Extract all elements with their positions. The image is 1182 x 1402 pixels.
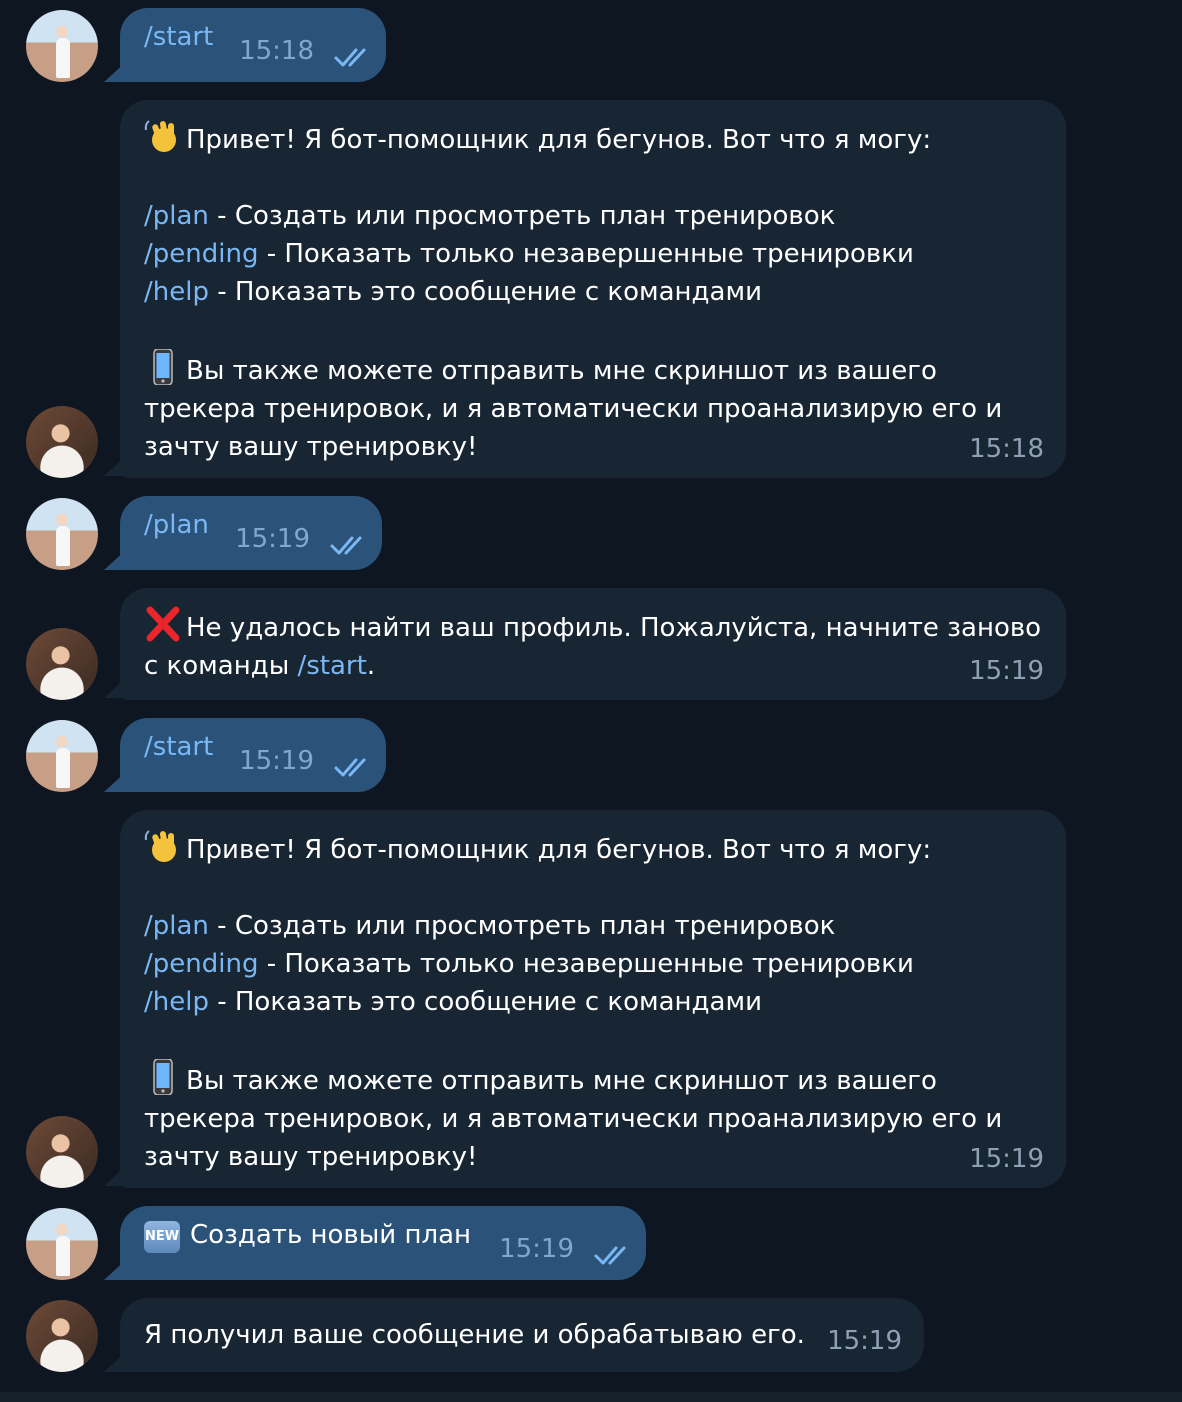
error-text: Не удалось найти ваш профиль. Пожалуйста…: [186, 613, 1042, 643]
message-text: Создать новый план: [190, 1220, 471, 1250]
mobile-phone-icon: [144, 348, 182, 386]
cross-mark-icon: [144, 606, 182, 642]
command-link[interactable]: /plan: [144, 911, 209, 941]
command-desc: - Показать только незавершенные трениров…: [258, 239, 914, 269]
message-text: Я получил ваше сообщение и обрабатываю е…: [144, 1320, 805, 1350]
error-text: с команды: [144, 651, 298, 681]
new-badge-icon: NEW: [144, 1221, 180, 1253]
command-link[interactable]: /start: [298, 651, 367, 681]
user-avatar[interactable]: [26, 498, 98, 570]
command-link[interactable]: /help: [144, 277, 209, 307]
double-check-icon: [334, 48, 366, 67]
command-desc: - Создать или просмотреть план тренирово…: [208, 201, 836, 231]
greeting-text: Привет! Я бот-помощник для бегунов. Вот …: [186, 835, 932, 865]
command-link[interactable]: /start: [144, 732, 213, 762]
command-desc: - Показать это сообщение с командами: [208, 277, 762, 307]
message-bubble[interactable]: Привет! Я бот-помощник для бегунов. Вот …: [120, 100, 1066, 478]
note-text: зачту вашу тренировку!: [144, 432, 478, 462]
bot-avatar[interactable]: [26, 1116, 98, 1188]
message-bubble[interactable]: Привет! Я бот-помощник для бегунов. Вот …: [120, 810, 1066, 1188]
message-incoming: Привет! Я бот-помощник для бегунов. Вот …: [0, 810, 1182, 1188]
command-desc: - Показать это сообщение с командами: [208, 987, 762, 1017]
user-avatar[interactable]: [26, 1208, 98, 1280]
waving-hand-icon: [144, 828, 182, 864]
user-avatar[interactable]: [26, 10, 98, 82]
message-outgoing: /start 15:19: [0, 718, 1182, 794]
message-bubble[interactable]: Не удалось найти ваш профиль. Пожалуйста…: [120, 588, 1066, 700]
note-text: Вы также можете отправить мне скриншот и…: [186, 356, 937, 386]
command-link[interactable]: /pending: [144, 949, 258, 979]
message-incoming: Привет! Я бот-помощник для бегунов. Вот …: [0, 100, 1182, 478]
bot-avatar[interactable]: [26, 406, 98, 478]
message-time: 15:19: [969, 1144, 1044, 1174]
mobile-phone-icon: [144, 1058, 182, 1096]
note-text: Вы также можете отправить мне скриншот и…: [186, 1066, 937, 1096]
message-time: 15:19: [827, 1326, 902, 1356]
command-desc: - Создать или просмотреть план тренирово…: [208, 911, 836, 941]
message-bubble[interactable]: /start 15:19: [120, 718, 386, 792]
note-text: трекера тренировок, и я автоматически пр…: [144, 1104, 1003, 1134]
command-link[interactable]: /plan: [144, 510, 209, 540]
command-link[interactable]: /pending: [144, 239, 258, 269]
punctuation: .: [366, 651, 376, 681]
command-link[interactable]: /help: [144, 987, 209, 1017]
double-check-icon: [330, 536, 362, 555]
double-check-icon: [334, 758, 366, 777]
command-link[interactable]: /plan: [144, 201, 209, 231]
message-bubble[interactable]: /start 15:18: [120, 8, 386, 82]
message-time: 15:18: [239, 36, 314, 66]
command-link[interactable]: /start: [144, 22, 213, 52]
greeting-text: Привет! Я бот-помощник для бегунов. Вот …: [186, 125, 932, 155]
message-incoming: Я получил ваше сообщение и обрабатываю е…: [0, 1298, 1182, 1374]
message-outgoing: /start 15:18: [0, 8, 1182, 84]
user-avatar[interactable]: [26, 720, 98, 792]
waving-hand-icon: [144, 118, 182, 154]
message-bubble[interactable]: NEW Создать новый план 15:19: [120, 1206, 646, 1280]
message-outgoing: /plan 15:19: [0, 496, 1182, 572]
message-time: 15:19: [969, 656, 1044, 686]
message-outgoing: NEW Создать новый план 15:19: [0, 1206, 1182, 1282]
bottom-edge: [0, 1392, 1182, 1402]
note-text: трекера тренировок, и я автоматически пр…: [144, 394, 1003, 424]
note-text: зачту вашу тренировку!: [144, 1142, 478, 1172]
double-check-icon: [594, 1246, 626, 1265]
message-bubble[interactable]: Я получил ваше сообщение и обрабатываю е…: [120, 1298, 924, 1372]
bot-avatar[interactable]: [26, 628, 98, 700]
message-time: 15:19: [235, 524, 310, 554]
message-time: 15:19: [499, 1234, 574, 1264]
message-time: 15:19: [239, 746, 314, 776]
message-incoming: Не удалось найти ваш профиль. Пожалуйста…: [0, 588, 1182, 700]
bot-avatar[interactable]: [26, 1300, 98, 1372]
message-time: 15:18: [969, 434, 1044, 464]
message-bubble[interactable]: /plan 15:19: [120, 496, 382, 570]
command-desc: - Показать только незавершенные трениров…: [258, 949, 914, 979]
